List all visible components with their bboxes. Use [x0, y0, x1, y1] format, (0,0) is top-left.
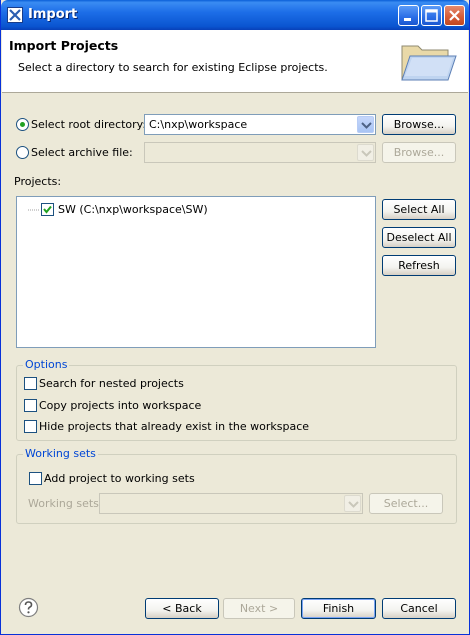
- hide-existing-label: Hide projects that already exist in the …: [39, 420, 310, 433]
- window-title: Import: [28, 7, 78, 22]
- nested-projects-checkbox[interactable]: [24, 377, 37, 390]
- cancel-button[interactable]: Cancel: [382, 598, 456, 619]
- working-sets-group: Working sets Add project to working sets…: [16, 447, 457, 524]
- archive-file-radio[interactable]: [16, 146, 29, 159]
- select-working-sets-button[interactable]: Select...: [369, 493, 443, 514]
- dialog-header: Import Projects Select a directory to se…: [2, 30, 468, 93]
- page-title: Import Projects: [9, 38, 119, 53]
- checkmark-icon: [43, 205, 52, 214]
- root-directory-radio[interactable]: [16, 118, 29, 131]
- chevron-down-icon: [348, 501, 359, 508]
- project-label: SW (C:\nxp\workspace\SW): [58, 203, 208, 216]
- copy-projects-checkbox[interactable]: [24, 399, 37, 412]
- deselect-all-button[interactable]: Deselect All: [382, 227, 456, 248]
- root-directory-label: Select root directory:: [31, 118, 147, 131]
- projects-label: Projects:: [14, 175, 62, 188]
- dropdown-arrow[interactable]: [357, 116, 374, 133]
- select-all-button[interactable]: Select All: [382, 199, 456, 220]
- list-item[interactable]: SW (C:\nxp\workspace\SW): [27, 202, 327, 218]
- add-to-working-sets-checkbox[interactable]: [29, 472, 42, 485]
- nested-projects-label: Search for nested projects: [39, 377, 184, 390]
- help-button[interactable]: [18, 597, 39, 618]
- title-bar[interactable]: Import: [1, 0, 469, 30]
- root-directory-value: C:\nxp\workspace: [149, 118, 248, 131]
- finish-button[interactable]: Finish: [301, 598, 376, 619]
- add-to-working-sets-label: Add project to working sets: [44, 472, 195, 485]
- eclipse-app-icon: [7, 7, 23, 23]
- help-icon: [18, 597, 39, 618]
- project-checkbox[interactable]: [41, 203, 54, 216]
- close-button[interactable]: [444, 5, 465, 26]
- browse-archive-button[interactable]: Browse...: [382, 142, 456, 163]
- working-sets-combo[interactable]: [99, 493, 363, 514]
- chevron-down-icon: [361, 122, 372, 129]
- options-group: Options Search for nested projects Copy …: [16, 358, 457, 441]
- working-sets-label: Working sets:: [28, 497, 103, 510]
- refresh-button[interactable]: Refresh: [382, 255, 456, 276]
- open-folder-icon: [401, 45, 457, 81]
- minimize-icon: [404, 18, 411, 21]
- back-button[interactable]: < Back: [145, 598, 219, 619]
- projects-list[interactable]: SW (C:\nxp\workspace\SW): [16, 196, 376, 348]
- archive-file-label: Select archive file:: [31, 146, 133, 159]
- root-directory-combo[interactable]: C:\nxp\workspace: [144, 114, 376, 135]
- copy-projects-label: Copy projects into workspace: [39, 399, 202, 412]
- next-button[interactable]: Next >: [223, 598, 295, 619]
- archive-file-combo[interactable]: [144, 142, 376, 163]
- working-sets-title: Working sets: [23, 447, 98, 460]
- minimize-button[interactable]: [398, 5, 419, 26]
- page-description: Select a directory to search for existin…: [18, 61, 328, 74]
- maximize-icon: [425, 9, 438, 22]
- tree-connector-icon: [28, 209, 39, 211]
- import-dialog: Import Import Projects Select a director…: [0, 0, 470, 635]
- hide-existing-checkbox[interactable]: [24, 420, 37, 433]
- dropdown-arrow[interactable]: [357, 144, 374, 161]
- dropdown-arrow[interactable]: [344, 495, 361, 512]
- close-icon: [449, 10, 460, 21]
- options-title: Options: [23, 358, 70, 371]
- browse-root-button[interactable]: Browse...: [382, 114, 456, 135]
- chevron-down-icon: [361, 150, 372, 157]
- maximize-button[interactable]: [421, 5, 442, 26]
